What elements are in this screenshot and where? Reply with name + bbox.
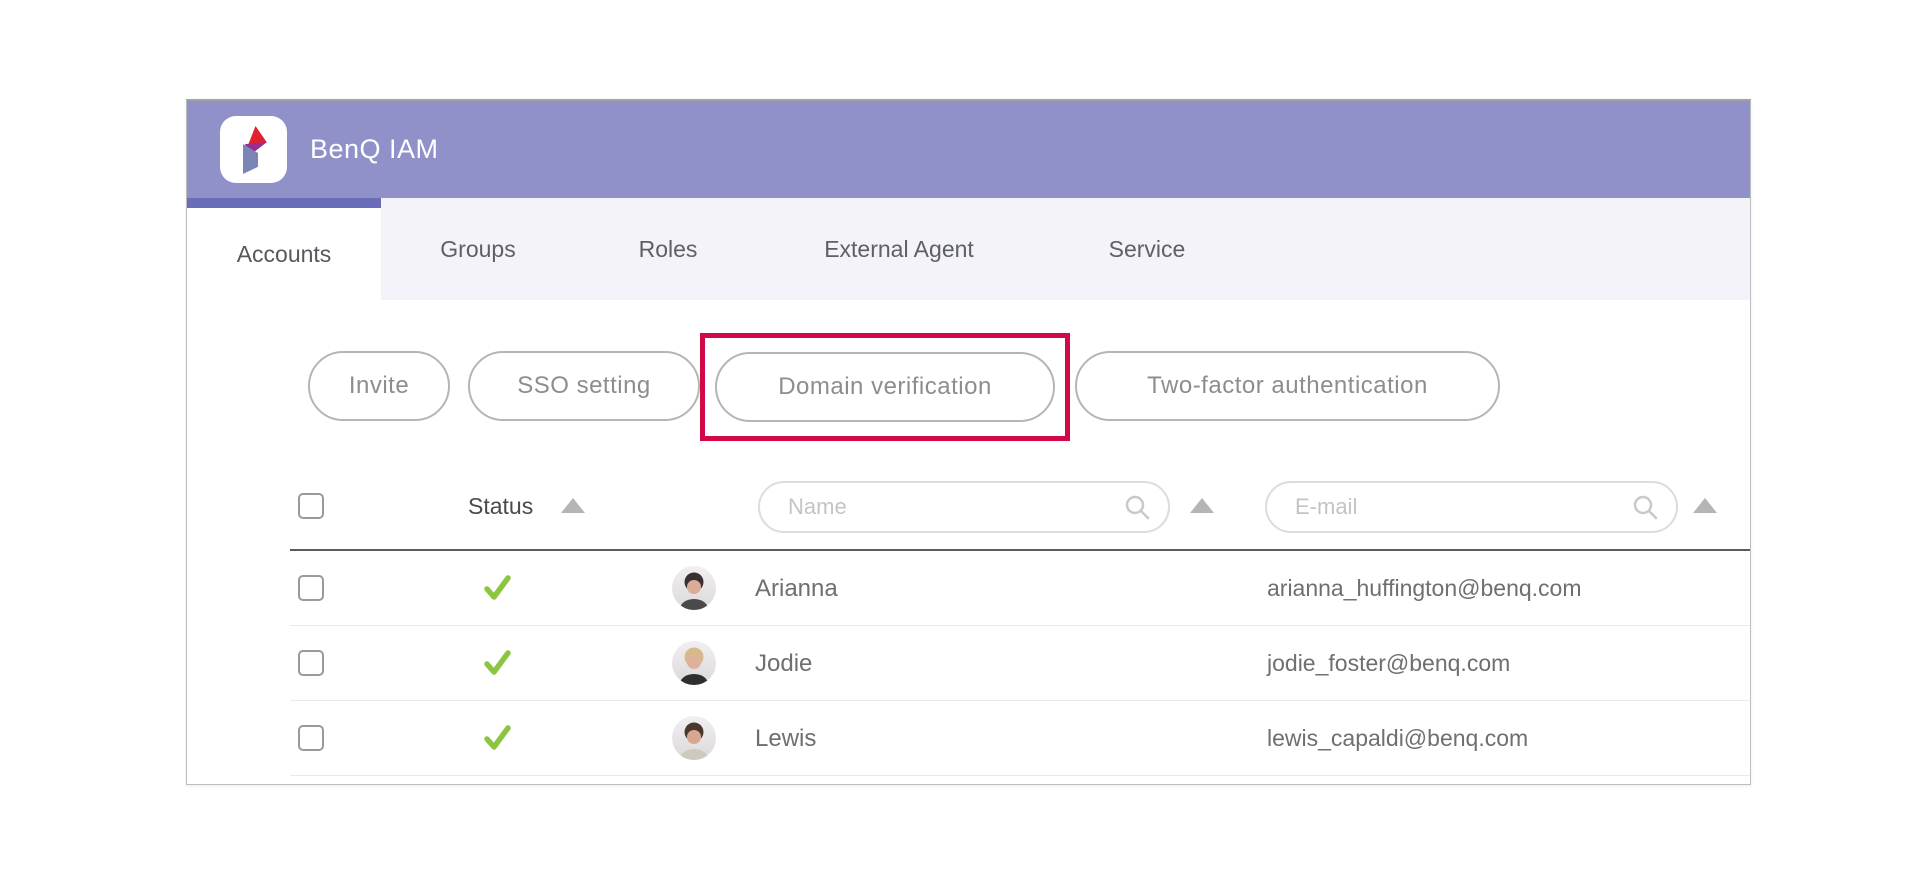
table-row: Lewis lewis_capaldi@benq.com	[187, 701, 1750, 776]
tab-roles[interactable]: Roles	[575, 198, 761, 300]
account-name: Jodie	[755, 649, 813, 677]
account-name: Arianna	[755, 574, 838, 602]
table-row: Jodie jodie_foster@benq.com	[187, 626, 1750, 701]
name-search-field	[758, 481, 1170, 533]
avatar	[672, 716, 716, 760]
search-icon	[1633, 495, 1658, 520]
search-icon	[1125, 495, 1150, 520]
tab-bar: Accounts Groups Roles External Agent Ser…	[187, 198, 1750, 300]
email-search-input[interactable]	[1293, 493, 1632, 521]
tab-service[interactable]: Service	[1037, 198, 1257, 300]
table-row: Arianna arianna_huffington@benq.com	[187, 551, 1750, 626]
invite-button[interactable]: Invite	[308, 351, 450, 421]
status-sort-icon[interactable]	[561, 498, 585, 513]
name-sort-icon[interactable]	[1190, 498, 1214, 513]
tab-groups[interactable]: Groups	[381, 198, 575, 300]
verified-check-icon	[484, 575, 511, 600]
actions-row: Invite SSO setting Domain verification T…	[187, 300, 1750, 441]
app-header: BenQ IAM	[187, 101, 1750, 198]
two-factor-authentication-button[interactable]: Two-factor authentication	[1075, 351, 1500, 421]
avatar	[672, 566, 716, 610]
row-checkbox[interactable]	[298, 575, 324, 601]
verified-check-icon	[484, 725, 511, 750]
status-column-header: Status	[468, 493, 534, 519]
account-name: Lewis	[755, 724, 817, 752]
tab-accounts[interactable]: Accounts	[187, 198, 381, 300]
account-email: jodie_foster@benq.com	[1267, 650, 1511, 676]
account-email: lewis_capaldi@benq.com	[1267, 725, 1529, 751]
name-search-input[interactable]	[786, 493, 1124, 521]
email-search-field	[1265, 481, 1678, 533]
app-title: BenQ IAM	[310, 134, 439, 164]
email-sort-icon[interactable]	[1693, 498, 1717, 513]
logo-mark	[236, 126, 272, 174]
verified-check-icon	[484, 650, 511, 675]
select-all-checkbox[interactable]	[298, 493, 324, 519]
tab-external-agent[interactable]: External Agent	[761, 198, 1037, 300]
benq-iam-logo-icon	[220, 116, 287, 183]
table-header: Status	[187, 441, 1750, 551]
domain-verification-highlight-box: Domain verification	[700, 333, 1070, 441]
avatar	[672, 641, 716, 685]
account-email: arianna_huffington@benq.com	[1267, 575, 1582, 601]
benq-iam-window: BenQ IAM Accounts Groups Roles External …	[186, 99, 1751, 785]
table-body: Arianna arianna_huffington@benq.com Jodi…	[187, 551, 1750, 776]
row-checkbox[interactable]	[298, 725, 324, 751]
row-checkbox[interactable]	[298, 650, 324, 676]
domain-verification-button[interactable]: Domain verification	[715, 352, 1055, 422]
sso-setting-button[interactable]: SSO setting	[468, 351, 700, 421]
